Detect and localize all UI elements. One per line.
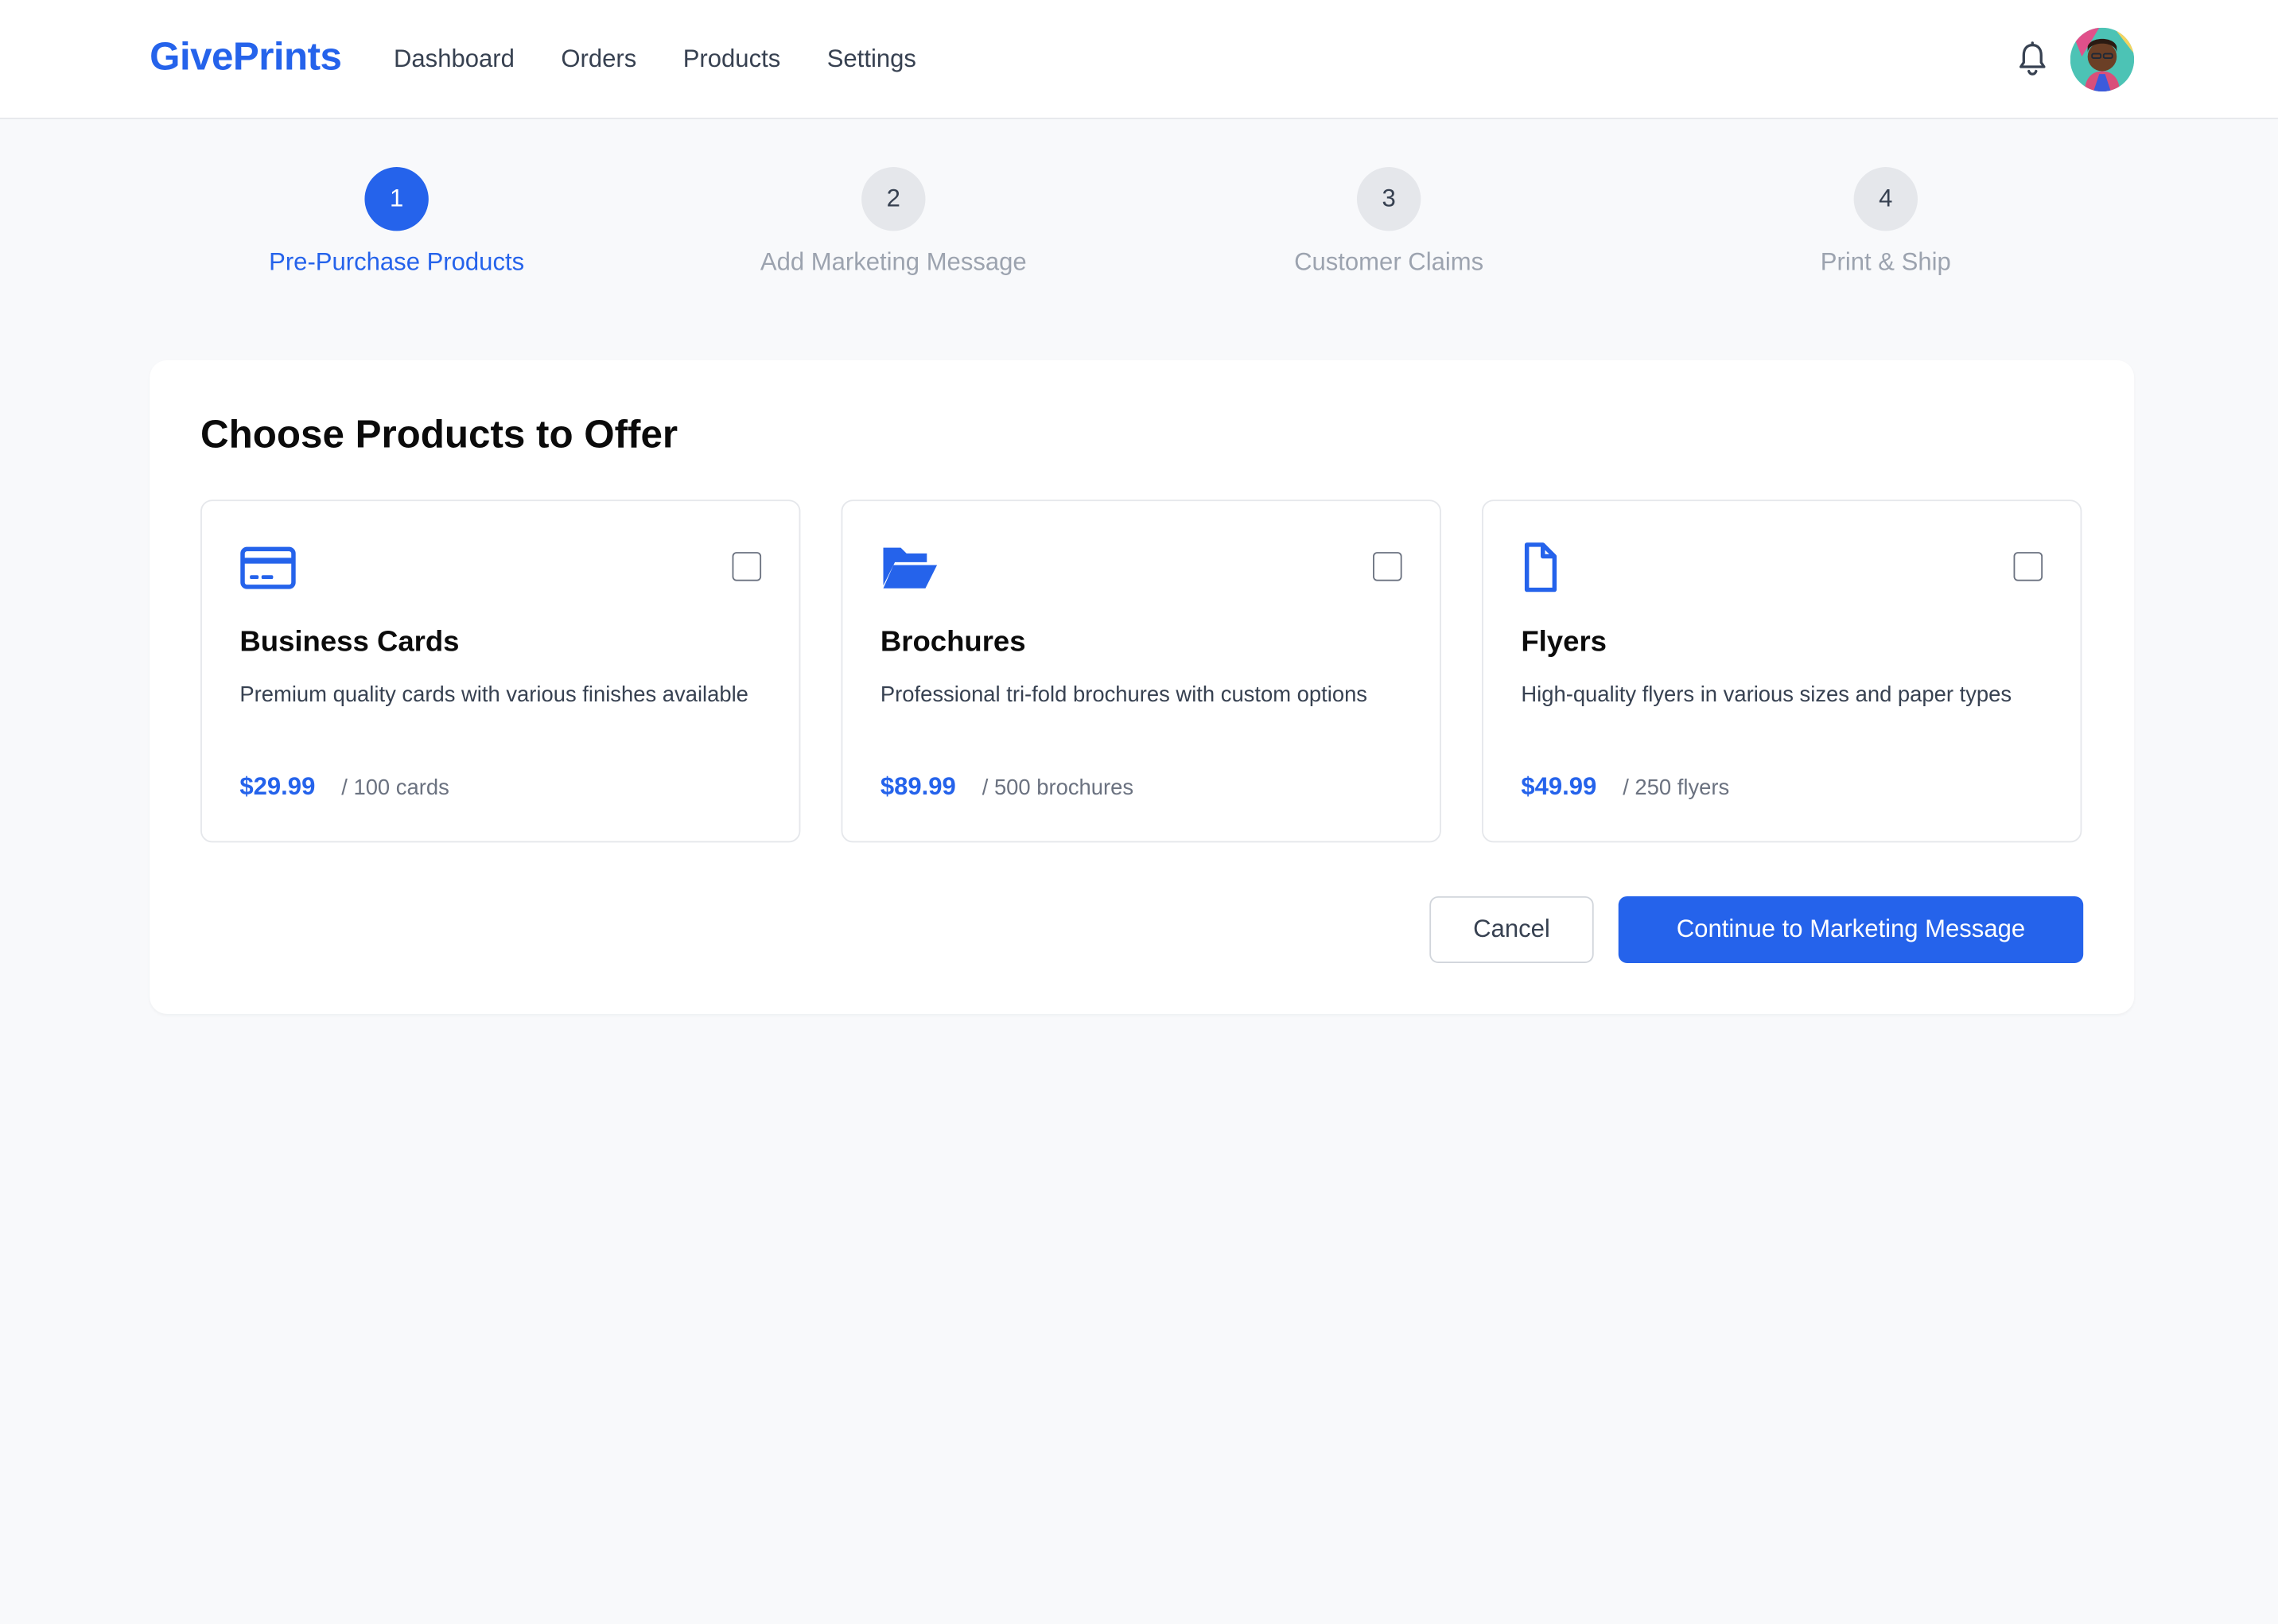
product-name: Brochures	[880, 626, 1026, 659]
main-nav: Dashboard Orders Products Settings	[394, 45, 962, 75]
product-unit: / 500 brochures	[982, 775, 1134, 801]
file-icon	[1524, 542, 1557, 592]
flyers-checkbox[interactable]	[2013, 552, 2043, 581]
bell-icon[interactable]	[2015, 41, 2050, 78]
step-1-number: 1	[364, 167, 429, 231]
product-card-flyers[interactable]: Flyers High-quality flyers in various si…	[1482, 499, 2082, 843]
step-4-number: 4	[1853, 167, 1918, 231]
product-description: High-quality flyers in various sizes and…	[1521, 682, 2012, 708]
avatar-image	[2070, 27, 2135, 92]
product-price: $49.99	[1521, 772, 1597, 801]
product-selection-card: Choose Products to Offer Business Cards …	[150, 359, 2135, 1014]
credit-card-icon	[240, 546, 296, 589]
page-title: Choose Products to Offer	[200, 412, 678, 457]
step-3-number: 3	[1356, 167, 1421, 231]
product-name: Business Cards	[239, 626, 460, 659]
nav-link-dashboard[interactable]: Dashboard	[394, 45, 515, 75]
nav-link-settings[interactable]: Settings	[827, 45, 916, 75]
step-1[interactable]: 1 Pre-Purchase Products	[222, 167, 570, 278]
business-cards-checkbox[interactable]	[732, 552, 762, 581]
product-name: Flyers	[1521, 626, 1607, 659]
product-price: $29.99	[239, 772, 316, 801]
nav-link-orders[interactable]: Orders	[561, 45, 636, 75]
brochures-checkbox[interactable]	[1373, 552, 1402, 581]
step-3-label: Customer Claims	[1294, 248, 1484, 277]
step-2-label: Add Marketing Message	[760, 248, 1027, 277]
product-description: Professional tri-fold brochures with cus…	[880, 682, 1368, 708]
product-description: Premium quality cards with various finis…	[239, 682, 748, 708]
progress-stepper: 1 Pre-Purchase Products 2 Add Marketing …	[0, 167, 2278, 297]
step-2[interactable]: 2 Add Marketing Message	[719, 167, 1067, 278]
folder-open-icon	[883, 547, 938, 589]
continue-button[interactable]: Continue to Marketing Message	[1618, 896, 2084, 963]
step-3[interactable]: 3 Customer Claims	[1215, 167, 1563, 278]
product-card-business-cards[interactable]: Business Cards Premium quality cards wit…	[200, 499, 801, 843]
cancel-button[interactable]: Cancel	[1429, 896, 1594, 963]
step-4[interactable]: 4 Print & Ship	[1712, 167, 2060, 278]
nav-link-products[interactable]: Products	[683, 45, 781, 75]
step-1-label: Pre-Purchase Products	[269, 248, 525, 277]
top-navigation-bar: GivePrints Dashboard Orders Products Set…	[0, 0, 2278, 119]
product-unit: / 250 flyers	[1623, 775, 1730, 801]
page: GivePrints Dashboard Orders Products Set…	[0, 0, 2278, 1624]
product-price: $89.99	[880, 772, 956, 801]
logo[interactable]: GivePrints	[150, 35, 342, 80]
product-card-brochures[interactable]: Brochures Professional tri-fold brochure…	[841, 499, 1441, 843]
step-2-number: 2	[861, 167, 926, 231]
product-unit: / 100 cards	[341, 775, 449, 801]
step-4-label: Print & Ship	[1820, 248, 1951, 277]
user-avatar[interactable]	[2070, 27, 2135, 92]
